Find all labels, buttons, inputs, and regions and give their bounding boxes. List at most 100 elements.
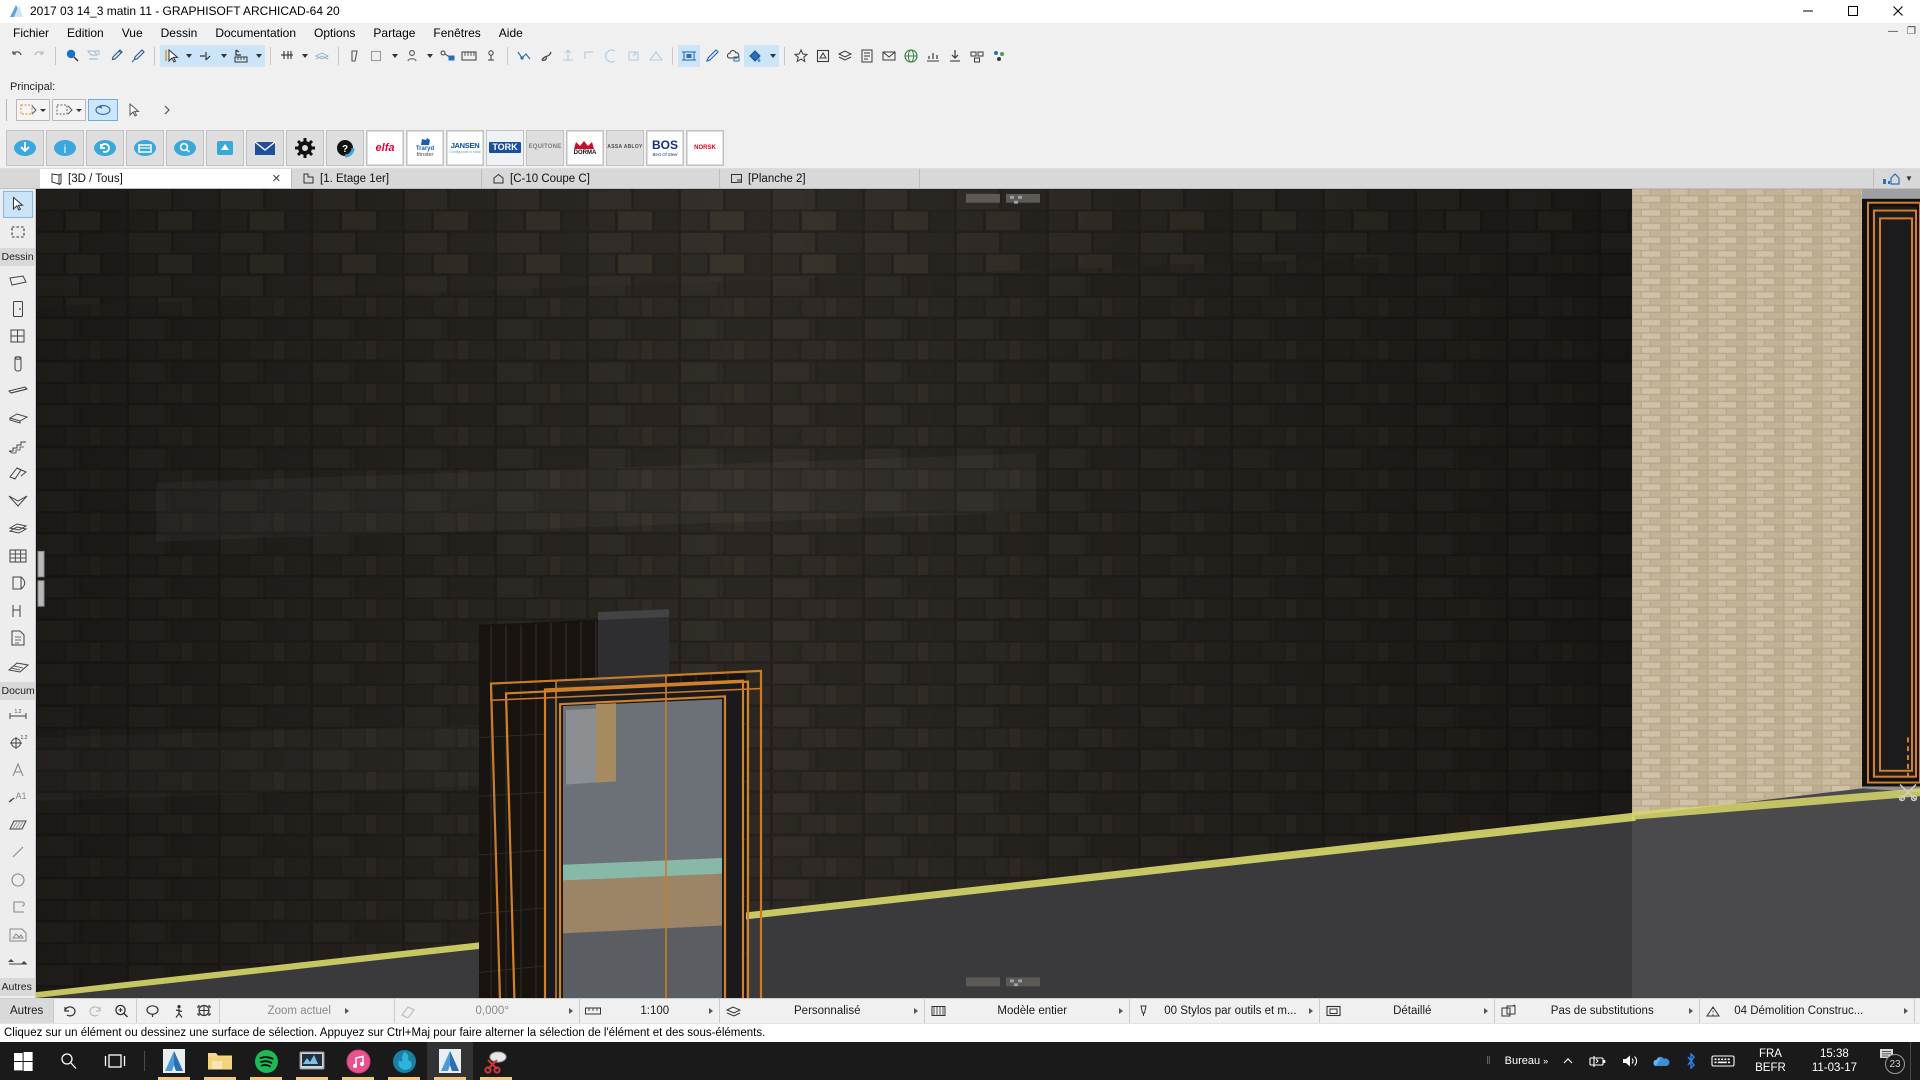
globe-icon[interactable] (900, 45, 922, 67)
structure-icon[interactable] (925, 1000, 951, 1022)
menu-vue[interactable]: Vue (113, 24, 152, 42)
zoom-magnifier-icon[interactable] (108, 1000, 134, 1022)
tab-planche-2[interactable]: [Planche 2] (720, 169, 920, 188)
tray-expand-button[interactable] (1555, 1042, 1581, 1080)
arrow-select-tool[interactable] (2, 191, 33, 218)
archicad-taskbar-2[interactable] (427, 1042, 473, 1080)
line-tool[interactable] (3, 839, 33, 865)
model-view-icon[interactable] (1320, 1000, 1346, 1022)
start-button[interactable] (0, 1042, 46, 1080)
cloud-icon[interactable] (722, 45, 744, 67)
radial-dimension-tool[interactable]: 1.2 (3, 729, 33, 755)
zone-tool[interactable] (3, 625, 33, 651)
layer-combination-arrow[interactable] (908, 1000, 924, 1022)
spotify-taskbar[interactable] (243, 1042, 289, 1080)
save-bim-icon[interactable] (944, 45, 966, 67)
clock-area[interactable]: 15:38 11-03-17 (1799, 1042, 1870, 1080)
statusbar-group-label[interactable]: Autres (2, 1005, 51, 1017)
marquee-select-tool[interactable] (52, 99, 86, 121)
layers-icon[interactable] (720, 1000, 746, 1022)
renovation-icon[interactable] (1700, 1000, 1726, 1022)
structure-display-arrow[interactable] (1113, 1000, 1129, 1022)
model-view-options-arrow[interactable] (1478, 1000, 1494, 1022)
keyboard-tray-icon[interactable] (1704, 1042, 1742, 1080)
tab-close-icon[interactable]: ✕ (242, 172, 281, 185)
bluetooth-tray-icon[interactable] (1678, 1042, 1704, 1080)
logo-elfa[interactable]: elfa (366, 129, 404, 166)
3d-viewport[interactable] (36, 189, 1920, 998)
figure-tool[interactable] (3, 921, 33, 947)
orbit-icon[interactable] (139, 1000, 165, 1022)
favorites-star-icon[interactable] (790, 45, 812, 67)
elevate-icon[interactable] (344, 45, 366, 67)
structure-display-field[interactable]: Modèle entier (925, 999, 1131, 1023)
morph-tool[interactable] (3, 515, 33, 541)
copy-view-dropdown[interactable] (388, 45, 401, 67)
measure-tool-dropdown[interactable] (252, 45, 265, 67)
stair-tool[interactable] (3, 433, 33, 459)
redo-icon[interactable] (28, 45, 50, 67)
snip-taskbar[interactable] (473, 1042, 519, 1080)
task-view-button[interactable] (92, 1042, 138, 1080)
grid-snap-icon[interactable] (276, 45, 298, 67)
scale-field[interactable]: 1:100 (580, 999, 721, 1023)
snap-point-icon[interactable] (195, 45, 217, 67)
tab-c10-coupe-c[interactable]: [C-10 Coupe C] (482, 169, 720, 188)
snap-point-dropdown[interactable] (217, 45, 230, 67)
change-marker-tool[interactable] (3, 949, 33, 975)
settings-gear-icon[interactable] (286, 129, 324, 166)
menu-documentation[interactable]: Documentation (206, 24, 305, 42)
menu-aide[interactable]: Aide (490, 24, 532, 42)
orientation-arrow[interactable] (563, 1000, 579, 1022)
logo-tork[interactable]: TORK (486, 129, 524, 166)
copy-view-icon[interactable] (366, 45, 388, 67)
model-view-options-field[interactable]: Détaillé (1320, 999, 1496, 1023)
syringe-icon[interactable] (127, 45, 149, 67)
layers-fade-icon[interactable] (311, 45, 333, 67)
3d-navigator-button[interactable]: ▼ (1874, 169, 1920, 188)
3d-navigator-dropdown[interactable]: ▼ (1905, 174, 1913, 183)
zoom-level-arrow[interactable] (339, 1000, 355, 1022)
onedrive-tray-icon[interactable] (1645, 1042, 1678, 1080)
logo-assa-abloy[interactable]: ASSA ABLOY (606, 129, 644, 166)
arrow-pointer-tool[interactable] (120, 99, 150, 121)
zoom-level-field[interactable]: Zoom actuel (220, 999, 396, 1023)
scale-ruler-icon[interactable] (580, 1000, 606, 1022)
document-minimize-button[interactable]: — (1888, 26, 1898, 37)
person-icon[interactable] (401, 45, 423, 67)
corner-icon[interactable] (579, 45, 601, 67)
logo-traryd-fonster[interactable]: Traryd fönster (406, 129, 444, 166)
render-settings-icon[interactable] (856, 45, 878, 67)
menu-partage[interactable]: Partage (364, 24, 424, 42)
window-tool[interactable] (3, 323, 33, 349)
notification-center-button[interactable]: 23 (1870, 1042, 1910, 1080)
archicad-taskbar-1[interactable] (151, 1042, 197, 1080)
zoom-selection-icon[interactable] (61, 45, 83, 67)
magic-wand-icon[interactable] (535, 45, 557, 67)
rooflight-tool[interactable] (3, 652, 33, 678)
dashed-select-dropdown[interactable] (40, 109, 46, 112)
pen-icon[interactable] (1130, 1000, 1156, 1022)
arc-icon[interactable] (601, 45, 623, 67)
rotate-view-tool[interactable] (88, 99, 118, 121)
wall-tool[interactable] (3, 268, 33, 294)
publish-icon[interactable] (922, 45, 944, 67)
teamwork-icon[interactable] (966, 45, 988, 67)
file-explorer-taskbar[interactable] (197, 1042, 243, 1080)
curtain-wall-tool[interactable] (3, 543, 33, 569)
measure-tool-icon[interactable] (230, 45, 252, 67)
battery-tray-icon[interactable] (1581, 1042, 1614, 1080)
grid-snap-dropdown[interactable] (298, 45, 311, 67)
tab-3d-tous[interactable]: [3D / Tous] ✕ (40, 169, 292, 188)
app-taskbar-4[interactable] (289, 1042, 335, 1080)
logo-jansen[interactable]: JANSEN Configuratie in staal (446, 129, 484, 166)
polyline-edit-icon[interactable] (513, 45, 535, 67)
ruler-scale-icon[interactable] (458, 45, 480, 67)
bimx-icon[interactable] (988, 45, 1010, 67)
door-tool[interactable] (3, 295, 33, 321)
marquee-zoom-icon[interactable] (83, 45, 105, 67)
polyline-tool[interactable] (3, 894, 33, 920)
arrow-tool-dropdown[interactable] (182, 45, 195, 67)
itunes-taskbar[interactable] (335, 1042, 381, 1080)
paint-bucket-icon[interactable] (744, 45, 766, 67)
